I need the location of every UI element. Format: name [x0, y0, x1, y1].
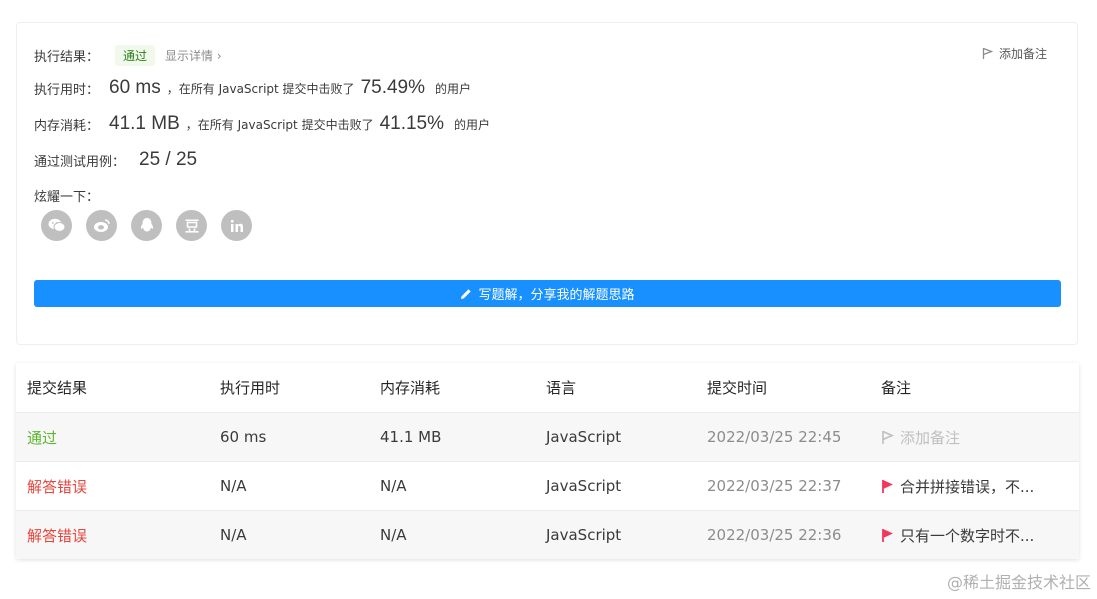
flag-filled-icon — [881, 479, 894, 494]
runtime-percent: 75.49% — [360, 77, 426, 98]
douban-icon[interactable] — [176, 210, 207, 241]
status-badge: 通过 — [115, 45, 156, 66]
memory-cell: N/A — [380, 477, 407, 495]
language-cell: JavaScript — [546, 428, 622, 446]
runtime-cell: 60 ms — [220, 428, 267, 446]
language-cell: JavaScript — [546, 526, 622, 544]
add-note-label: 添加备注 — [998, 47, 1047, 61]
memory-value: 41.1 MB — [109, 113, 180, 134]
tests-label: 通过测试用例： — [34, 154, 126, 170]
note-cell[interactable]: 合并拼接错误，不... — [881, 476, 1034, 497]
add-note-cell[interactable]: 添加备注 — [881, 427, 960, 448]
write-solution-button[interactable]: 写题解，分享我的解题思路 — [34, 280, 1061, 307]
note-cell[interactable]: 只有一个数字时不... — [881, 525, 1034, 546]
memory-label: 内存消耗： — [34, 118, 100, 134]
pencil-icon — [460, 288, 472, 300]
runtime-value: 60 ms — [109, 77, 161, 98]
runtime-suffix: 的用户 — [435, 81, 472, 96]
runtime-label: 执行用时： — [34, 82, 100, 98]
table-header: 提交结果 执行用时 内存消耗 语言 提交时间 备注 — [16, 363, 1079, 413]
memory-percent: 41.15% — [379, 113, 445, 134]
note-text: 添加备注 — [900, 428, 961, 447]
linkedin-icon[interactable] — [221, 210, 252, 241]
share-label-row: 炫耀一下： — [34, 186, 99, 205]
watermark: @稀土掘金技术社区 — [946, 573, 1091, 592]
table-row: 解答错误 N/A N/A JavaScript 2022/03/25 22:37… — [16, 462, 1079, 511]
share-label: 炫耀一下： — [34, 190, 100, 205]
runtime-row: 执行用时： 60 ms ，在所有 JavaScript 提交中击败了 75.49… — [34, 77, 471, 99]
note-text: 合并拼接错误，不... — [900, 477, 1035, 496]
time-cell: 2022/03/25 22:45 — [707, 428, 842, 446]
weibo-icon[interactable] — [86, 210, 117, 241]
header-memory: 内存消耗 — [380, 379, 441, 397]
memory-row: 内存消耗： 41.1 MB ，在所有 JavaScript 提交中击败了 41.… — [34, 113, 490, 135]
write-solution-label: 写题解，分享我的解题思路 — [478, 288, 635, 303]
qq-icon[interactable] — [131, 210, 162, 241]
exec-result-row: 执行结果： 通过 显示详情 › — [34, 45, 222, 66]
share-buttons — [41, 210, 252, 241]
submissions-table: 提交结果 执行用时 内存消耗 语言 提交时间 备注 通过 60 ms 41.1 … — [16, 363, 1079, 559]
note-text: 只有一个数字时不... — [900, 526, 1035, 545]
tests-value: 25 / 25 — [139, 149, 198, 170]
flag-outline-icon — [982, 47, 993, 60]
runtime-beat-text: ，在所有 JavaScript 提交中击败了 — [166, 81, 355, 96]
tests-row: 通过测试用例： 25 / 25 — [34, 149, 203, 171]
header-result: 提交结果 — [27, 379, 88, 397]
header-note: 备注 — [881, 379, 912, 397]
result-link[interactable]: 通过 — [27, 429, 57, 447]
add-note-button[interactable]: 添加备注 — [982, 45, 1047, 62]
table-row: 通过 60 ms 41.1 MB JavaScript 2022/03/25 2… — [16, 413, 1079, 462]
flag-filled-icon — [881, 528, 894, 543]
time-cell: 2022/03/25 22:37 — [707, 477, 842, 495]
table-row: 解答错误 N/A N/A JavaScript 2022/03/25 22:36… — [16, 511, 1079, 559]
result-link[interactable]: 解答错误 — [27, 527, 87, 545]
memory-beat-text: ，在所有 JavaScript 提交中击败了 — [185, 117, 374, 132]
memory-cell: 41.1 MB — [380, 428, 442, 446]
time-cell: 2022/03/25 22:36 — [707, 526, 842, 544]
runtime-cell: N/A — [220, 526, 247, 544]
runtime-cell: N/A — [220, 477, 247, 495]
show-details-link[interactable]: 显示详情 › — [165, 47, 222, 64]
memory-cell: N/A — [380, 526, 407, 544]
memory-suffix: 的用户 — [454, 117, 491, 132]
header-runtime: 执行用时 — [220, 379, 281, 397]
result-link[interactable]: 解答错误 — [27, 478, 87, 496]
header-submit-time: 提交时间 — [707, 379, 768, 397]
submission-result-card: 执行结果： 通过 显示详情 › 添加备注 执行用时： 60 ms ，在所有 Ja… — [16, 22, 1078, 345]
header-language: 语言 — [546, 379, 577, 397]
flag-outline-icon — [881, 430, 894, 445]
wechat-icon[interactable] — [41, 210, 72, 241]
language-cell: JavaScript — [546, 477, 622, 495]
exec-result-label: 执行结果： — [34, 50, 100, 65]
